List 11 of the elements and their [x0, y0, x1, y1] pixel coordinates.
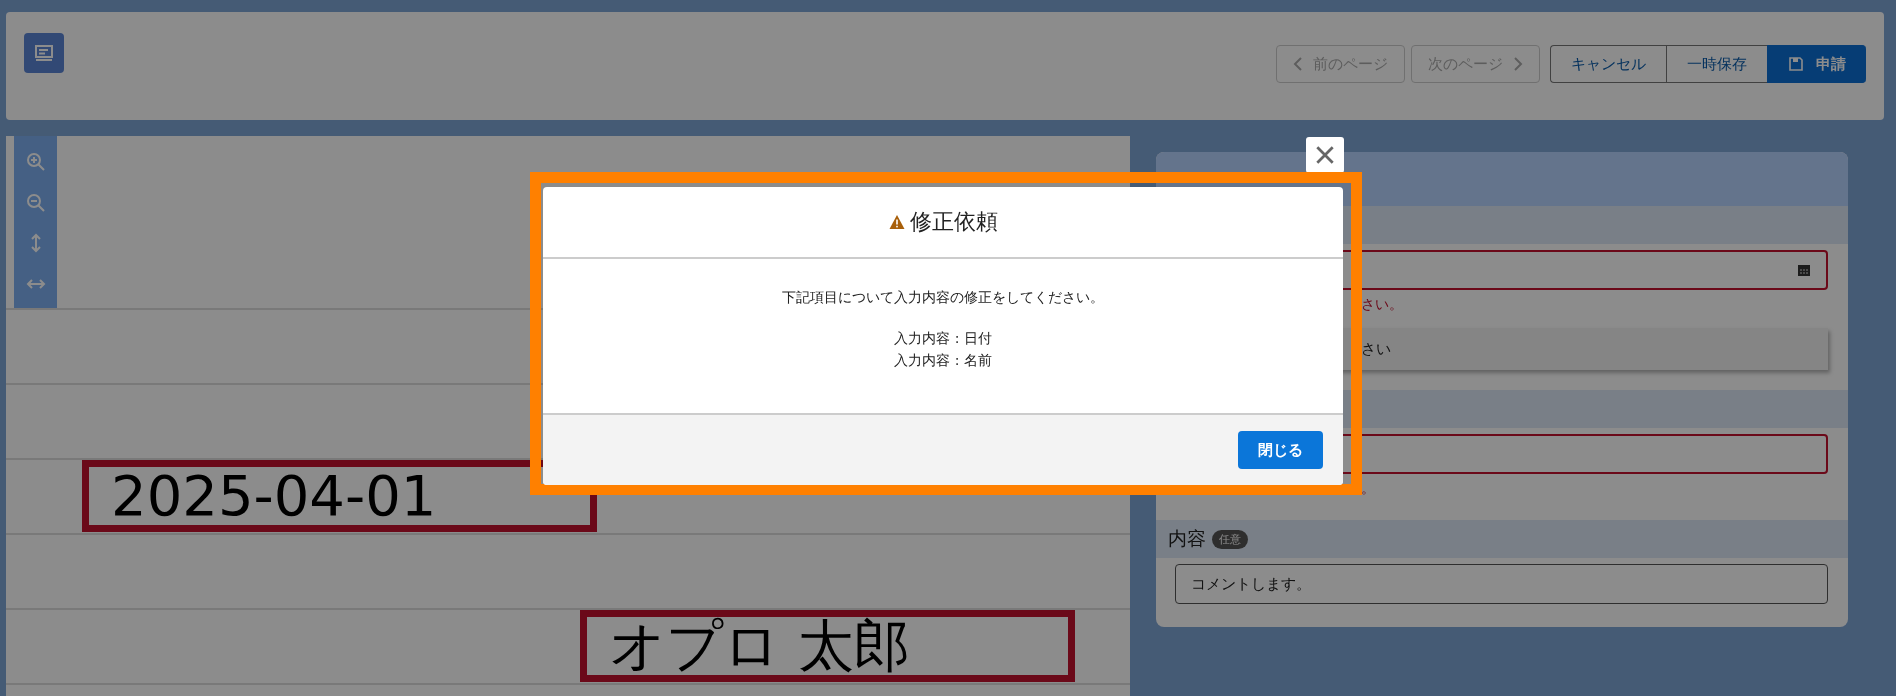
error-message: 。: [1361, 480, 1375, 498]
dialog-title: 修正依頼: [910, 208, 998, 236]
error-message: さい。: [1361, 296, 1403, 314]
dialog-message: 下記項目について入力内容の修正をしてください。: [782, 289, 1104, 307]
hint-text: さい: [1361, 339, 1391, 359]
form-field-highlight: 2025-04-01: [82, 460, 597, 532]
error-item: 入力内容 : 名前: [894, 351, 992, 370]
field-label: 内容: [1168, 526, 1206, 551]
form-field-highlight: オプロ 太郎: [580, 610, 1075, 682]
optional-badge: 任意: [1212, 529, 1248, 549]
error-item: 入力内容 : 日付: [894, 329, 992, 348]
